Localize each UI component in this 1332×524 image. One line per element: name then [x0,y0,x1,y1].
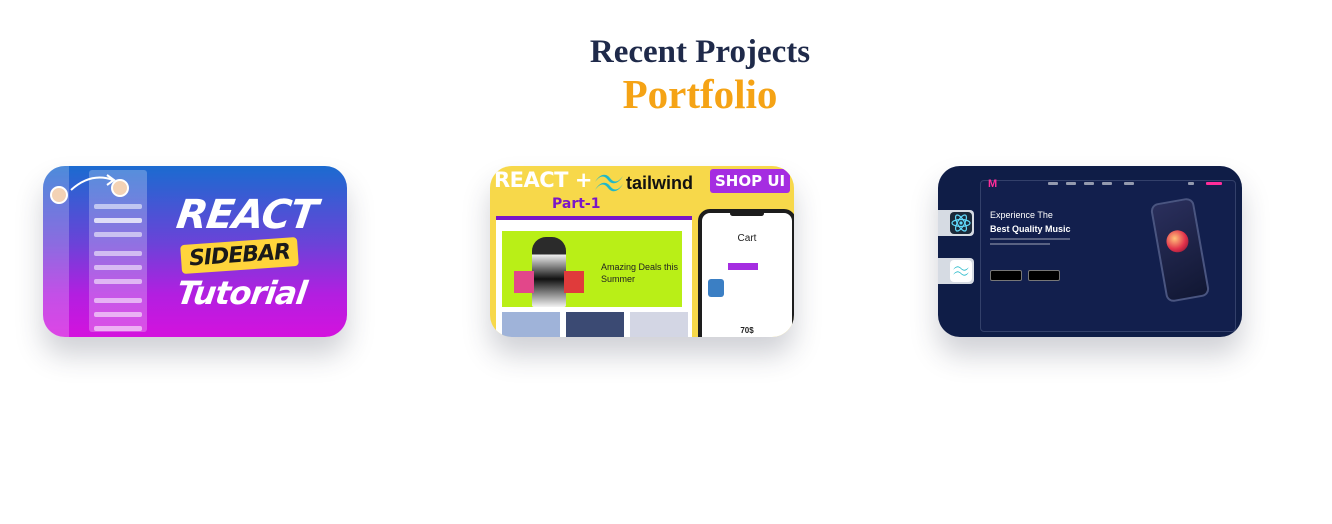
thumbnail-shop-page: Amazing Deals this Summer [496,216,692,337]
google-play-icon [1028,270,1060,281]
music-logo-icon: M [988,178,998,190]
tailwind-icon [953,266,969,276]
avatar-icon [111,179,129,197]
tailwind-text: tailwind [626,173,693,193]
hero-line-1: Experience The [990,210,1053,220]
shirt-icon [708,279,724,297]
tailwind-logo-icon [595,174,623,192]
thumbnail-word-tutorial: Tutorial [174,274,309,312]
project-card-tailwind-shop[interactable]: REACT + tailwind SHOP UI Part-1 Amazing … [490,166,794,337]
section-header: Recent Projects Portfolio [0,32,1332,116]
deal-text: Amazing Deals this Summer [601,262,679,284]
thumbnail-phone: Cart 70$ [698,209,794,337]
thumbnail-word-sidebar: SIDEBAR [180,236,299,275]
project-card-react-sidebar[interactable]: REACT SIDEBAR Tutorial [43,166,347,337]
shop-ui-badge: SHOP UI [710,169,791,193]
react-icon-box [938,210,974,236]
part-label: Part-1 [552,196,601,212]
app-store-icon [990,270,1022,281]
thumbnail-word-react: REACT [173,192,320,238]
album-art-icon [1164,228,1191,255]
deal-banner: Amazing Deals this Summer [502,231,682,307]
tailwind-icon-box [938,258,974,284]
thumbnail-banner: REACT + [494,168,592,192]
section-title: Portfolio [622,71,778,117]
hero-line-2: Best Quality Music [990,224,1071,234]
project-card-music-app[interactable]: M Experience The Best Quality Music [938,166,1242,337]
react-icon [951,214,971,232]
section-subtitle: Recent Projects [589,34,811,70]
cart-title: Cart [737,233,757,244]
cart-price: 70$ [740,326,754,335]
avatar-icon [50,186,68,204]
